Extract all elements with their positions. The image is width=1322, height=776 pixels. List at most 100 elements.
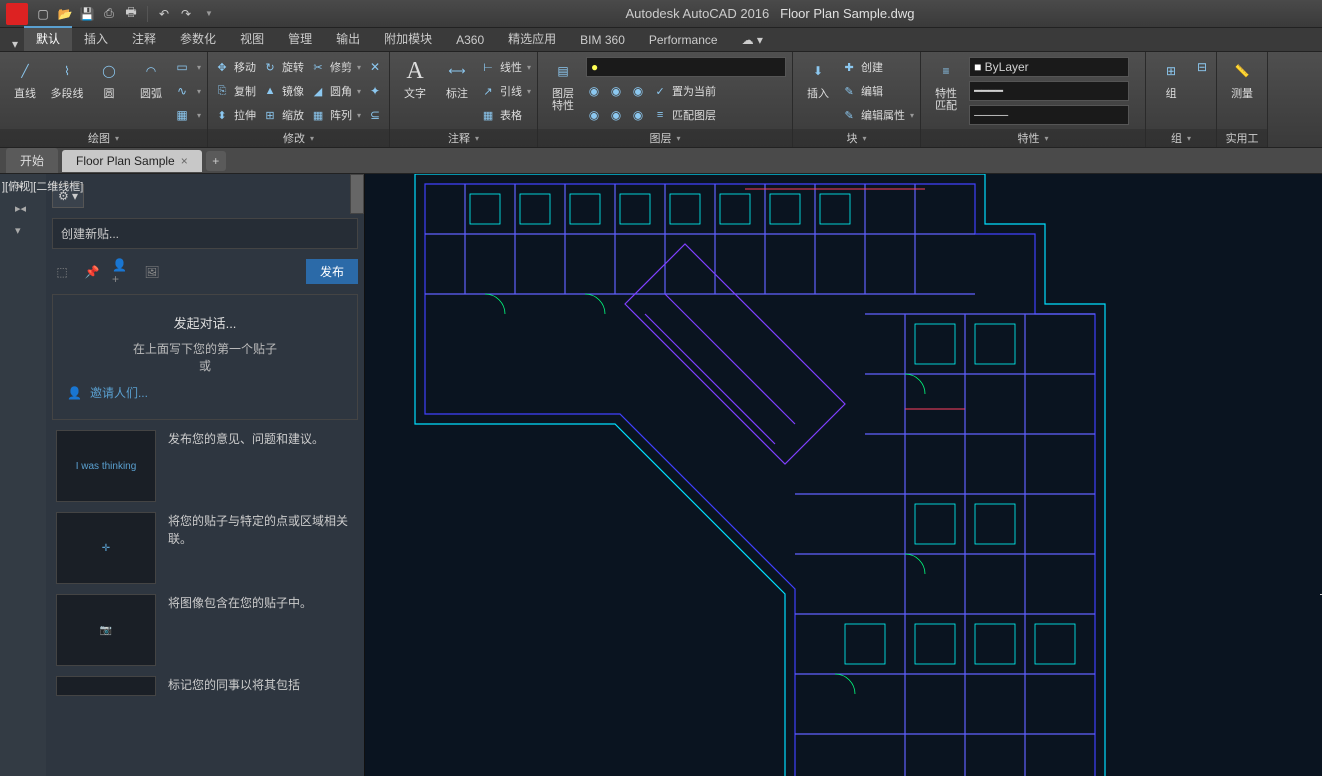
tab-insert[interactable]: 插入 xyxy=(72,26,120,51)
tab-bim360[interactable]: BIM 360 xyxy=(568,29,637,51)
pin-panel-icon[interactable]: ▾ xyxy=(15,224,31,240)
panel-group-label: 组 xyxy=(1171,130,1182,146)
collapse-panel-icon[interactable]: ▸◂ xyxy=(15,202,31,218)
tab-featured[interactable]: 精选应用 xyxy=(496,26,568,51)
lineweight-dropdown[interactable]: ━━━━ xyxy=(969,81,1129,101)
panel-block-label: 块 xyxy=(847,130,858,146)
make-current-button[interactable]: ✓置为当前 xyxy=(652,83,716,99)
color-dropdown[interactable]: ■ ByLayer xyxy=(969,57,1129,77)
polyline-button[interactable]: ⌇多段线 xyxy=(48,54,86,100)
create-block-button[interactable]: ✚创建 xyxy=(841,59,883,75)
copy-button[interactable]: ⎘复制 xyxy=(214,83,256,99)
rect-icon[interactable]: ▭ xyxy=(174,59,190,75)
arc-button[interactable]: ◠圆弧 xyxy=(132,54,170,100)
insert-block-button[interactable]: ⬇插入 xyxy=(799,54,837,100)
rotate-button[interactable]: ↻旋转 xyxy=(262,59,304,75)
layer-icon-1[interactable]: ◉ xyxy=(586,83,602,99)
layer-icon-3[interactable]: ◉ xyxy=(630,83,646,99)
invite-people-link[interactable]: 👤 邀请人们... xyxy=(67,384,343,401)
create-post-input[interactable]: 创建新贴... xyxy=(52,218,358,249)
circle-button[interactable]: ◯圆 xyxy=(90,54,128,100)
tag-person-icon[interactable]: 👤+ xyxy=(112,262,132,282)
panel-annotate: A文字 ⟷标注 ⊢线性▾ ↗引线▾ ▦表格 注释▾ xyxy=(390,52,538,147)
tab-floorplan[interactable]: Floor Plan Sample× xyxy=(62,150,202,172)
publish-button[interactable]: 发布 xyxy=(306,259,358,284)
tab-start[interactable]: 开始 xyxy=(6,148,58,173)
group-button[interactable]: ⊞组 xyxy=(1152,54,1190,100)
layer-props-button[interactable]: ▤图层 特性 xyxy=(544,54,582,112)
scrollbar[interactable] xyxy=(350,174,364,214)
panel-draw-label: 绘图 xyxy=(88,130,110,146)
stretch-button[interactable]: ⬍拉伸 xyxy=(214,107,256,123)
offset-icon[interactable]: ⊆ xyxy=(367,107,383,123)
tip-card-3: 📷 将图像包含在您的贴子中。 xyxy=(52,594,358,666)
tip-card-2: ✛ 将您的贴子与特定的点或区域相关联。 xyxy=(52,512,358,584)
qat-dropdown-icon[interactable]: ▼ xyxy=(200,5,218,23)
panel-modify: ✥移动 ↻旋转 ✂修剪▾ ✕ ⎘复制 ▲镜像 ◢圆角▾ ✦ ⬍拉伸 ⊞缩放 ▦阵… xyxy=(208,52,390,147)
new-icon[interactable]: ▢ xyxy=(34,5,52,23)
tab-output[interactable]: 输出 xyxy=(324,26,372,51)
table-button[interactable]: ▦表格 xyxy=(480,107,522,123)
tip-thumb-1: I was thinking xyxy=(56,430,156,502)
select-area-icon[interactable]: ⬚ xyxy=(52,262,72,282)
trim-button[interactable]: ✂修剪▾ xyxy=(310,59,361,75)
linear-button[interactable]: ⊢线性▾ xyxy=(480,59,531,75)
panel-layers: ▤图层 特性 ● ◉ ◉ ◉ ✓置为当前 ◉ ◉ ◉ ≡匹配图层 图层▾ xyxy=(538,52,793,147)
linetype-dropdown[interactable]: ──── xyxy=(969,105,1129,125)
app-icon[interactable] xyxy=(6,3,28,25)
tab-annotate[interactable]: 注释 xyxy=(120,26,168,51)
tip-thumb-3: 📷 xyxy=(56,594,156,666)
dim-button[interactable]: ⟷标注 xyxy=(438,54,476,100)
measure-button[interactable]: 📏测量 xyxy=(1223,54,1261,100)
panel-util-label: 实用工 xyxy=(1226,130,1259,146)
spline-icon[interactable]: ∿ xyxy=(174,83,190,99)
viewport-label[interactable]: ][俯视][二维线框] xyxy=(2,178,83,194)
scale-button[interactable]: ⊞缩放 xyxy=(262,107,304,123)
redo-icon[interactable]: ↷ xyxy=(177,5,195,23)
erase-icon[interactable]: ✕ xyxy=(367,59,383,75)
saveas-icon[interactable]: ⎙ xyxy=(100,5,118,23)
panel-properties: ≡特性 匹配 ■ ByLayer ━━━━ ──── 特性▾ xyxy=(921,52,1146,147)
text-button[interactable]: A文字 xyxy=(396,54,434,100)
close-tab-icon[interactable]: × xyxy=(181,154,188,168)
leader-button[interactable]: ↗引线▾ xyxy=(480,83,531,99)
tab-manage[interactable]: 管理 xyxy=(276,26,324,51)
image-icon[interactable]: 🖼 xyxy=(142,262,162,282)
tab-performance[interactable]: Performance xyxy=(637,29,730,51)
match-props-button[interactable]: ≡特性 匹配 xyxy=(927,54,965,112)
edit-attrib-button[interactable]: ✎编辑属性▾ xyxy=(841,107,914,123)
layer-icon-5[interactable]: ◉ xyxy=(608,107,624,123)
tab-addins[interactable]: 附加模块 xyxy=(372,26,444,51)
fillet-button[interactable]: ◢圆角▾ xyxy=(310,83,361,99)
add-tab-button[interactable]: + xyxy=(206,151,226,171)
panel-group: ⊞组 ⊟ 组▾ xyxy=(1146,52,1217,147)
ribbon-menu-icon[interactable]: ▾ xyxy=(6,37,24,51)
layer-dropdown[interactable]: ● xyxy=(586,57,786,77)
tab-parametric[interactable]: 参数化 xyxy=(168,26,228,51)
hatch-icon[interactable]: ▦ xyxy=(174,107,190,123)
ungroup-icon[interactable]: ⊟ xyxy=(1194,59,1210,75)
layer-icon-4[interactable]: ◉ xyxy=(586,107,602,123)
save-icon[interactable]: 💾 xyxy=(78,5,96,23)
tab-default[interactable]: 默认 xyxy=(24,26,72,51)
panel-modify-label: 修改 xyxy=(283,130,305,146)
print-icon[interactable]: 🖶 xyxy=(122,5,140,23)
tab-a360[interactable]: A360 xyxy=(444,29,496,51)
open-icon[interactable]: 📂 xyxy=(56,5,74,23)
mirror-button[interactable]: ▲镜像 xyxy=(262,83,304,99)
drawing-canvas[interactable] xyxy=(365,174,1322,776)
tip-text-4: 标记您的同事以将其包括 xyxy=(168,676,300,696)
layer-icon-6[interactable]: ◉ xyxy=(630,107,646,123)
array-button[interactable]: ▦阵列▾ xyxy=(310,107,361,123)
pin-icon[interactable]: 📌 xyxy=(82,262,102,282)
tab-overflow-icon[interactable]: ☁ ▾ xyxy=(730,29,775,51)
line-button[interactable]: ╱直线 xyxy=(6,54,44,100)
explode-icon[interactable]: ✦ xyxy=(367,83,383,99)
undo-icon[interactable]: ↶ xyxy=(155,5,173,23)
layer-icon-2[interactable]: ◉ xyxy=(608,83,624,99)
document-tabs: 开始 Floor Plan Sample× + xyxy=(0,148,1322,174)
tab-view[interactable]: 视图 xyxy=(228,26,276,51)
move-button[interactable]: ✥移动 xyxy=(214,59,256,75)
match-layer-button[interactable]: ≡匹配图层 xyxy=(652,107,716,123)
edit-block-button[interactable]: ✎编辑 xyxy=(841,83,883,99)
